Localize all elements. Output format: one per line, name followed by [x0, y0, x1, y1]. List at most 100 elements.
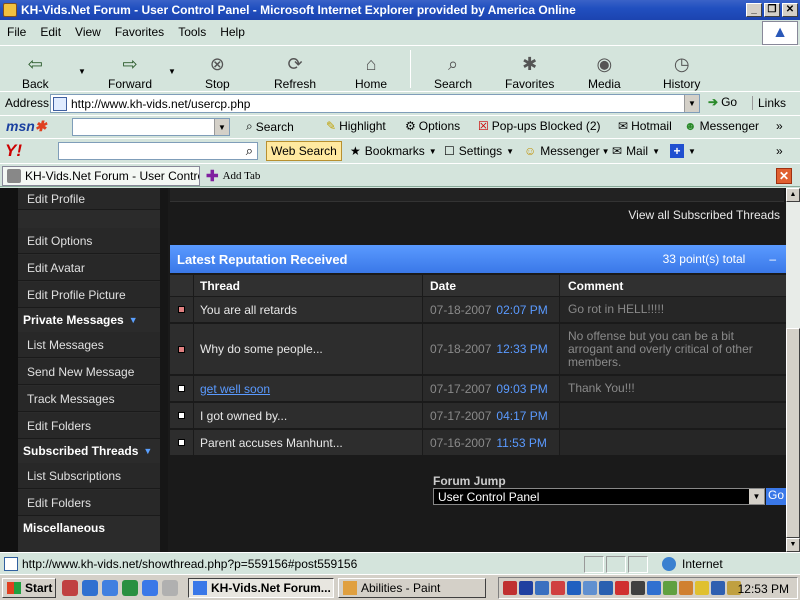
msn-search-input[interactable]: ▼ — [72, 118, 230, 136]
tray-icon[interactable] — [647, 581, 661, 595]
menu-view[interactable]: View — [68, 25, 108, 39]
forum-jump-select[interactable]: User Control Panel ▼ — [433, 488, 765, 505]
quicklaunch-icon[interactable] — [82, 580, 98, 596]
favorites-button[interactable]: ✱ Favorites — [505, 47, 554, 92]
back-dropdown[interactable]: ▼ — [78, 66, 86, 76]
add-tab-button[interactable]: ✚ Add Tab — [206, 167, 260, 185]
address-dropdown-icon[interactable]: ▼ — [684, 95, 699, 112]
sidebar-item-list-subscriptions[interactable]: List Subscriptions — [18, 463, 160, 489]
messenger-smiley-icon[interactable] — [695, 581, 709, 595]
address-url[interactable]: http://www.kh-vids.net/usercp.php — [71, 97, 684, 111]
bookmarks-button[interactable]: ★ Bookmarks ▼ — [350, 144, 437, 158]
settings-button[interactable]: ☐ Settings ▼ — [444, 144, 514, 158]
rep-time: 04:17 PM — [496, 408, 548, 423]
quicklaunch-icon[interactable] — [62, 580, 78, 596]
forward-dropdown[interactable]: ▼ — [168, 66, 176, 76]
restore-button[interactable]: ❐ — [764, 3, 780, 17]
tray-icon[interactable] — [679, 581, 693, 595]
sidebar-item-list-messages[interactable]: List Messages — [18, 332, 160, 358]
tab-active[interactable]: KH-Vids.Net Forum - User Control P — [2, 166, 200, 186]
menu-help[interactable]: Help — [213, 25, 252, 39]
quicklaunch-icon[interactable] — [102, 580, 118, 596]
msn-more-chevron-icon[interactable]: » — [776, 119, 783, 133]
sidebar-item-send-new-message[interactable]: Send New Message — [18, 359, 160, 385]
msn-options-button[interactable]: ⚙ Options — [405, 119, 460, 133]
sidebar-item-edit-avatar[interactable]: Edit Avatar — [18, 255, 160, 281]
back-button[interactable]: ⇦ Back — [22, 47, 49, 92]
thread-link[interactable]: Why do some people... — [200, 342, 323, 356]
scroll-thumb[interactable] — [786, 328, 800, 538]
tray-icon[interactable] — [567, 581, 581, 595]
msn-search-button[interactable]: ⌕ Search — [246, 119, 294, 134]
language-icon[interactable] — [535, 581, 549, 595]
tray-icon[interactable] — [711, 581, 725, 595]
close-button[interactable]: ✕ — [782, 3, 798, 17]
thread-link[interactable]: Parent accuses Manhunt... — [200, 436, 343, 450]
menu-favorites[interactable]: Favorites — [108, 25, 171, 39]
sidebar-heading-private-messages[interactable]: Private Messages ▼ — [18, 309, 160, 331]
menu-tools[interactable]: Tools — [171, 25, 213, 39]
aol-logo-icon: ▲ — [762, 21, 798, 45]
tray-icon[interactable] — [519, 581, 533, 595]
minimize-button[interactable]: _ — [746, 3, 762, 17]
stop-button[interactable]: ⊗ Stop — [205, 47, 230, 92]
tray-icon[interactable] — [599, 581, 613, 595]
msn-messenger-button[interactable]: ☻ Messenger — [684, 119, 759, 133]
yahoo-mail-button[interactable]: ✉ Mail ▼ — [612, 144, 660, 158]
thread-link[interactable]: You are all retards — [200, 303, 297, 317]
home-button[interactable]: ⌂ Home — [355, 47, 387, 92]
tray-icon[interactable] — [551, 581, 565, 595]
thread-link[interactable]: I got owned by... — [200, 409, 287, 423]
sidebar-item-edit-profile[interactable]: Edit Profile — [18, 188, 160, 210]
sidebar-item-edit-options[interactable]: Edit Options — [18, 228, 160, 254]
sidebar-item-edit-folders[interactable]: Edit Folders — [18, 413, 160, 439]
address-input[interactable]: http://www.kh-vids.net/usercp.php ▼ — [50, 94, 700, 113]
refresh-button[interactable]: ⟳ Refresh — [274, 47, 316, 92]
taskbar-paint-window[interactable]: Abilities - Paint — [338, 578, 486, 598]
forum-jump-go-button[interactable]: Go — [766, 488, 786, 505]
ie-quicklaunch-icon[interactable] — [142, 580, 158, 596]
taskbar-ie-window[interactable]: KH-Vids.Net Forum... — [188, 578, 334, 598]
forward-button[interactable]: ⇨ Forward — [108, 47, 152, 92]
tray-icon[interactable] — [583, 581, 597, 595]
links-button[interactable]: Links — [752, 96, 786, 110]
dropdown-arrow-icon[interactable]: ▼ — [749, 489, 764, 504]
yahoo-plus-button[interactable]: + ▼ — [670, 144, 696, 158]
scroll-down-icon[interactable]: ▼ — [786, 538, 800, 552]
sidebar-item-edit-profile-picture[interactable]: Edit Profile Picture — [18, 282, 160, 308]
search-button[interactable]: ⌕ Search — [434, 47, 472, 92]
sidebar-heading-subscribed-threads[interactable]: Subscribed Threads ▼ — [18, 440, 160, 462]
sidebar-item-track-messages[interactable]: Track Messages — [18, 386, 160, 412]
yahoo-logo[interactable]: Y! — [5, 141, 22, 161]
yahoo-messenger-button[interactable]: ☺ Messenger ▼ — [524, 144, 610, 158]
hotmail-button[interactable]: ✉ Hotmail — [618, 119, 672, 133]
sidebar-item-edit-folders-subscriptions[interactable]: Edit Folders — [18, 490, 160, 516]
tray-icon[interactable] — [631, 581, 645, 595]
menu-file[interactable]: File — [0, 25, 33, 39]
yahoo-more-chevron-icon[interactable]: » — [776, 144, 783, 158]
media-button[interactable]: ◉ Media — [588, 47, 621, 92]
column-date: Date — [423, 275, 560, 296]
yahoo-web-search-button[interactable]: Web Search — [266, 141, 342, 161]
tray-icon[interactable] — [503, 581, 517, 595]
msn-highlight-button[interactable]: ✎ Highlight — [326, 119, 386, 133]
quicklaunch-icon[interactable] — [122, 580, 138, 596]
history-button[interactable]: ◷ History — [663, 47, 700, 92]
tray-icon[interactable] — [663, 581, 677, 595]
menu-edit[interactable]: Edit — [33, 25, 68, 39]
thread-link[interactable]: get well soon — [200, 382, 270, 396]
vertical-scrollbar[interactable]: ▲ ▼ — [786, 188, 800, 552]
scroll-up-icon[interactable]: ▲ — [786, 188, 800, 202]
sidebar-heading-miscellaneous[interactable]: Miscellaneous — [18, 517, 160, 539]
close-tab-icon[interactable]: ✕ — [776, 168, 792, 184]
msn-logo[interactable]: msn✱ — [6, 118, 47, 135]
view-all-subscribed-link[interactable]: View all Subscribed Threads — [628, 208, 780, 222]
quicklaunch-icon[interactable] — [162, 580, 178, 596]
yahoo-search-input[interactable]: ⌕ — [58, 142, 258, 160]
msn-dropdown-icon[interactable]: ▼ — [214, 119, 229, 135]
tray-icon[interactable] — [615, 581, 629, 595]
collapse-icon[interactable]: – — [769, 252, 776, 266]
start-button[interactable]: Start — [2, 578, 56, 598]
go-button[interactable]: ➔ Go — [708, 95, 737, 109]
popups-blocked-button[interactable]: ☒ Pop-ups Blocked (2) — [478, 119, 601, 133]
